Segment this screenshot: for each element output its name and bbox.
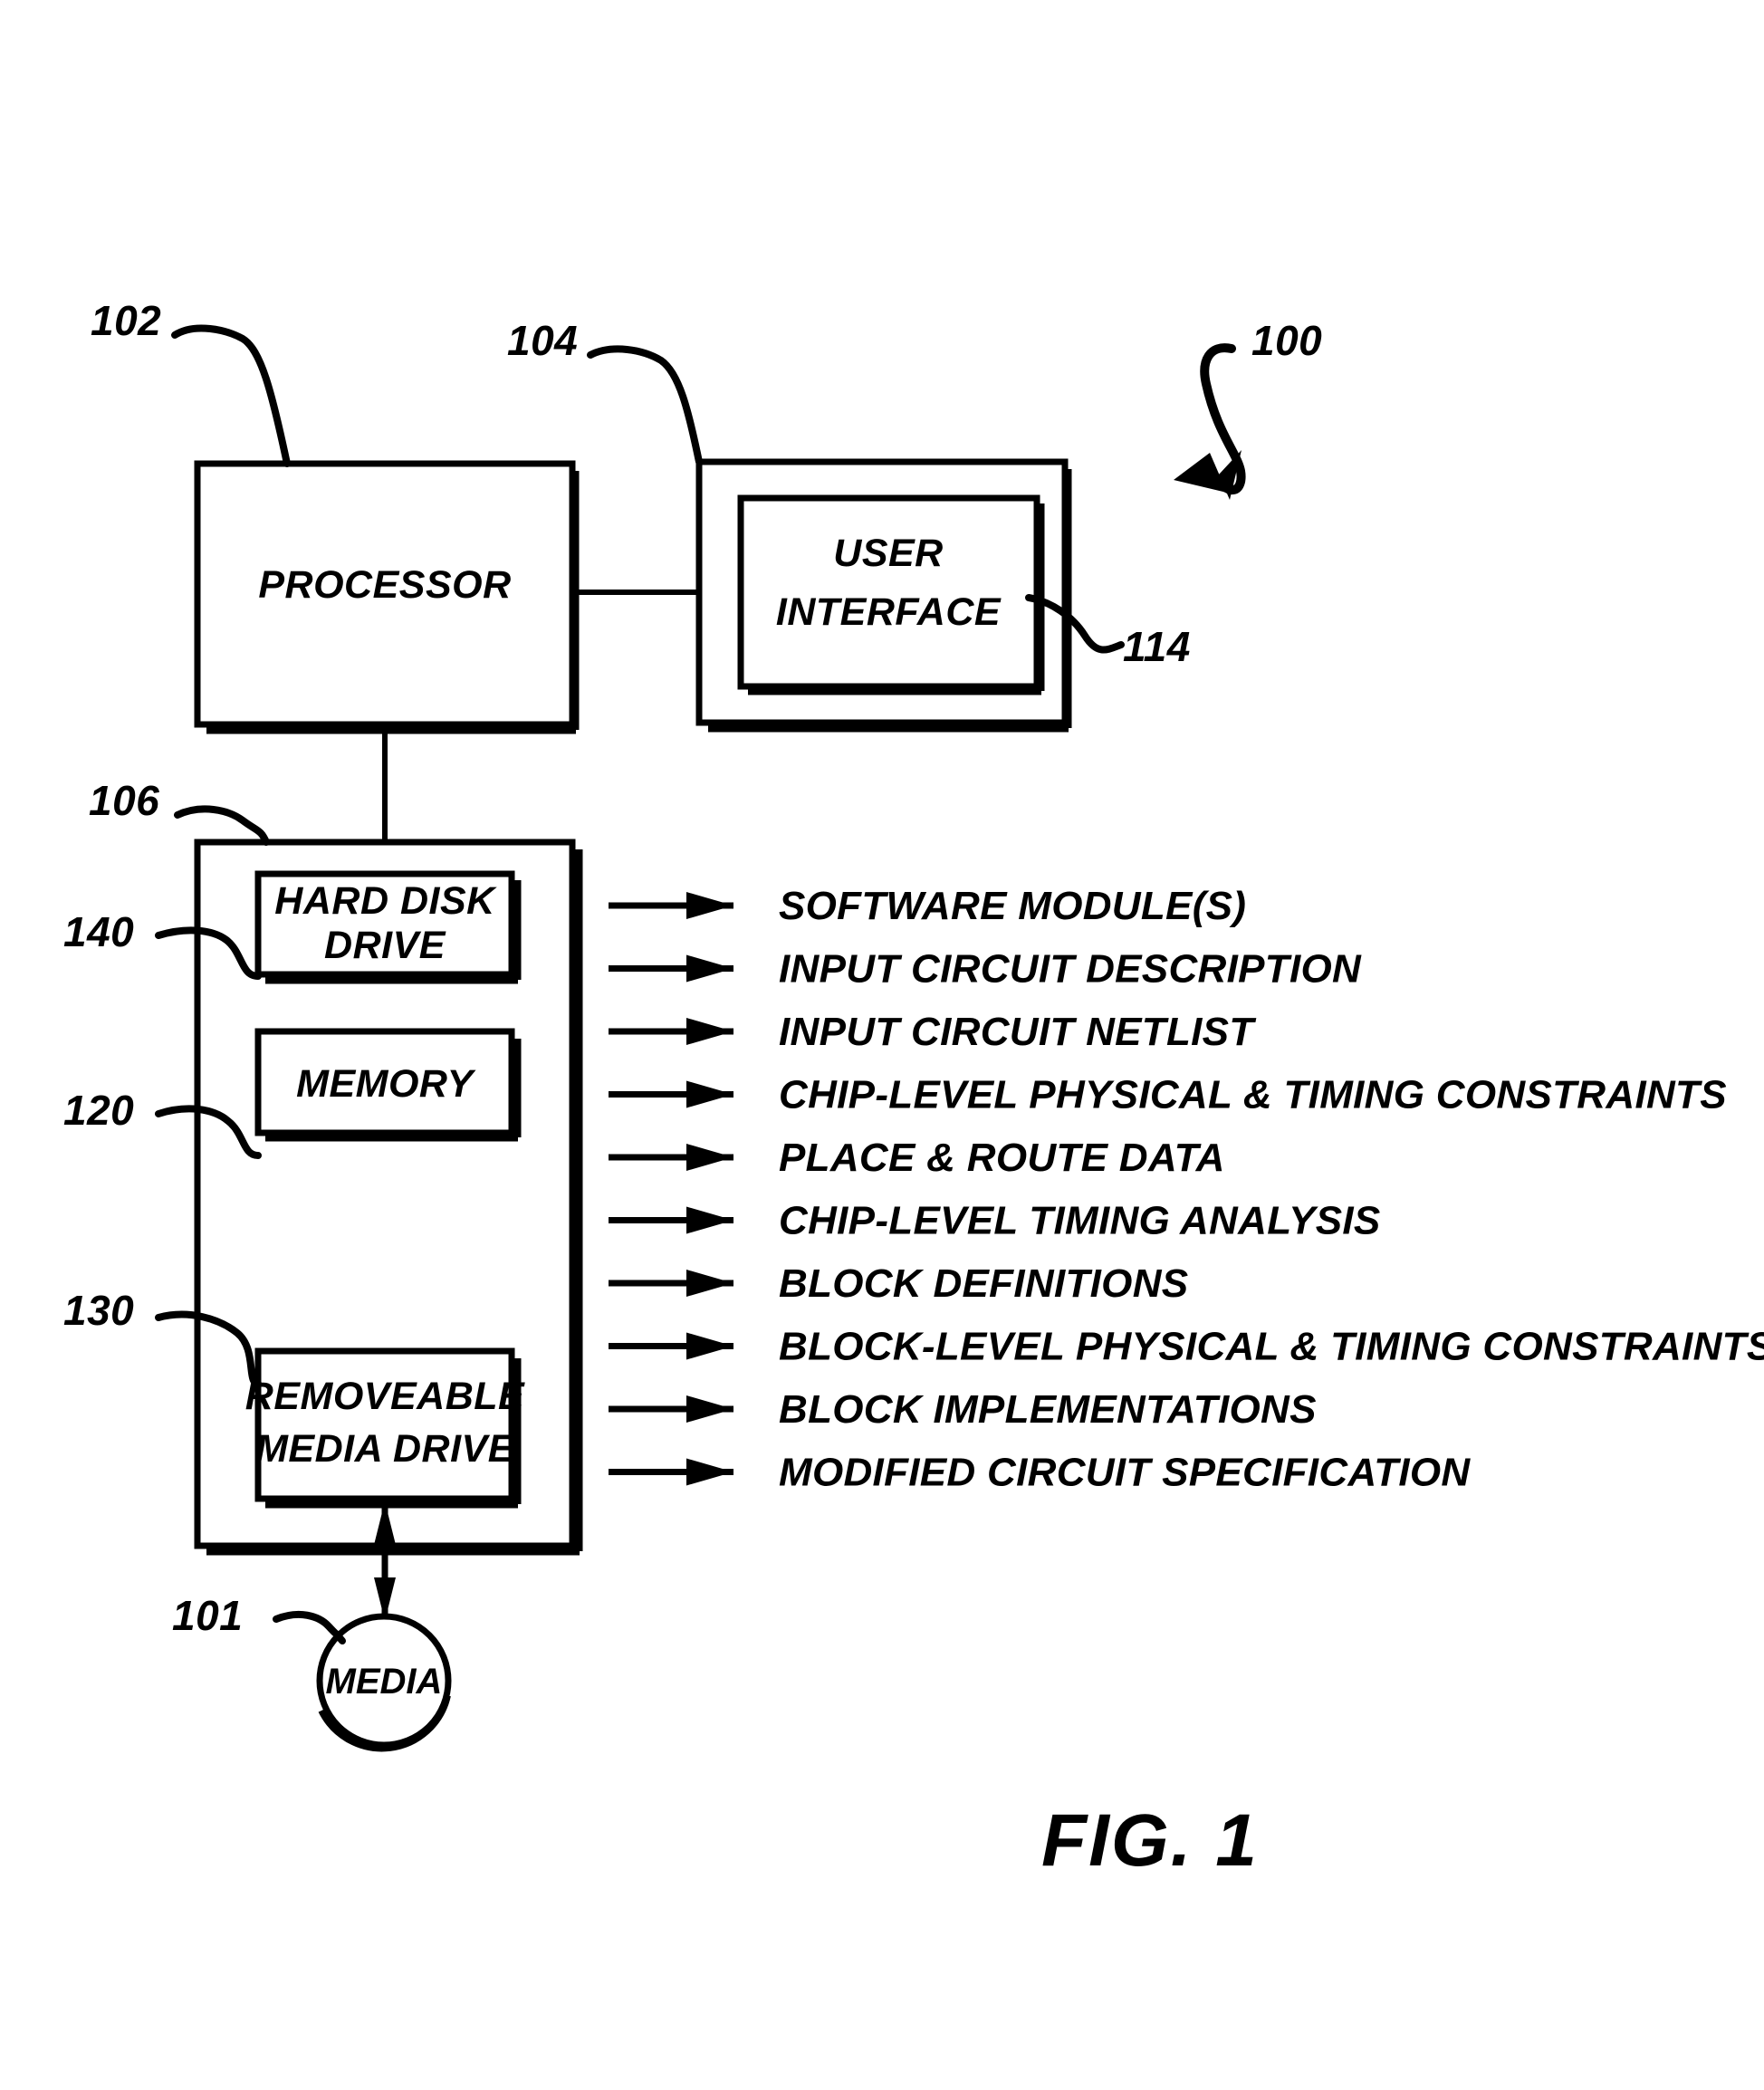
- user-interface-label-line1: USER: [833, 532, 943, 575]
- stored-item-row: CHIP-LEVEL TIMING ANALYSIS: [609, 1199, 1381, 1243]
- stored-item-row: SOFTWARE MODULE(S): [609, 884, 1246, 928]
- stored-item-arrow-head-icon: [686, 1206, 733, 1234]
- stored-item-arrow-head-icon: [686, 954, 733, 983]
- ref-number-114: 114: [1123, 623, 1191, 670]
- leader-130: 130: [63, 1287, 262, 1387]
- processor-block: PROCESSOR: [194, 460, 580, 734]
- leader-140: 140: [63, 908, 262, 980]
- stored-item-arrow-head-icon: [686, 1458, 733, 1486]
- leader-101: 101: [172, 1592, 346, 1644]
- stored-item-label: BLOCK IMPLEMENTATIONS: [779, 1387, 1317, 1432]
- memory-block: MEMORY: [254, 1028, 522, 1142]
- stored-item-label: BLOCK-LEVEL PHYSICAL & TIMING CONSTRAINT…: [779, 1325, 1764, 1369]
- stored-item-arrow-head-icon: [686, 1018, 733, 1045]
- stored-item-label: INPUT CIRCUIT NETLIST: [779, 1010, 1256, 1054]
- stored-item-row: MODIFIED CIRCUIT SPECIFICATION: [609, 1451, 1471, 1495]
- removeable-media-drive-label-line1: REMOVEABLE: [245, 1375, 525, 1418]
- patent-figure-page: PROCESSOR 102 USER INTERFACE 104 114 100…: [0, 0, 1764, 2090]
- figure-caption: FIG. 1: [1041, 1799, 1259, 1882]
- stored-item-arrow-head-icon: [686, 1080, 733, 1108]
- ref-number-130: 130: [63, 1287, 134, 1334]
- stored-item-arrow-head-icon: [686, 1395, 733, 1423]
- ref-number-101: 101: [172, 1592, 243, 1639]
- user-interface-label-line2: INTERFACE: [776, 590, 1002, 634]
- stored-item-row: BLOCK IMPLEMENTATIONS: [609, 1387, 1317, 1432]
- stored-item-arrow-head-icon: [686, 1144, 733, 1171]
- removeable-media-drive-block: REMOVEABLE MEDIA DRIVE: [245, 1347, 525, 1509]
- hard-disk-drive-label-line2: DRIVE: [324, 924, 446, 967]
- hard-disk-drive-label-line1: HARD DISK: [274, 879, 497, 923]
- ref-number-120: 120: [63, 1087, 134, 1134]
- processor-label: PROCESSOR: [258, 563, 511, 607]
- stored-item-label: INPUT CIRCUIT DESCRIPTION: [779, 947, 1362, 992]
- stored-item-label: BLOCK DEFINITIONS: [779, 1261, 1188, 1306]
- media-drive-connector: [374, 1501, 396, 1621]
- stored-item-label: CHIP-LEVEL PHYSICAL & TIMING CONSTRAINTS: [779, 1073, 1727, 1117]
- system-reference-arrow: 100: [1174, 317, 1322, 500]
- leader-120: 120: [63, 1087, 262, 1159]
- leader-114: 114: [1025, 594, 1191, 670]
- stored-item-arrow-head-icon: [686, 1332, 733, 1360]
- ref-number-140: 140: [63, 908, 134, 955]
- stored-item-row: INPUT CIRCUIT DESCRIPTION: [609, 947, 1362, 992]
- stored-item-label: SOFTWARE MODULE(S): [779, 884, 1246, 928]
- removeable-media-drive-label-line2: MEDIA DRIVE: [255, 1427, 515, 1471]
- figure-canvas: PROCESSOR 102 USER INTERFACE 104 114 100…: [63, 297, 1764, 1882]
- user-interface-block: USER INTERFACE: [737, 494, 1045, 695]
- stored-item-row: INPUT CIRCUIT NETLIST: [609, 1010, 1256, 1054]
- stored-item-row: BLOCK-LEVEL PHYSICAL & TIMING CONSTRAINT…: [609, 1325, 1764, 1369]
- stored-item-arrow-head-icon: [686, 892, 733, 919]
- stored-item-arrow-head-icon: [686, 1270, 733, 1297]
- leader-106: 106: [89, 777, 270, 846]
- memory-label: MEMORY: [296, 1062, 476, 1106]
- hard-disk-drive-block: HARD DISK DRIVE: [254, 870, 522, 984]
- stored-item-label: PLACE & ROUTE DATA: [779, 1136, 1225, 1180]
- media-label: MEDIA: [326, 1662, 443, 1702]
- leader-104: 104: [507, 317, 703, 465]
- ref-number-104: 104: [507, 317, 578, 364]
- ref-number-102: 102: [91, 297, 161, 344]
- stored-items-list: SOFTWARE MODULE(S) INPUT CIRCUIT DESCRIPT…: [609, 884, 1764, 1495]
- stored-item-row: PLACE & ROUTE DATA: [609, 1136, 1225, 1180]
- stored-item-row: CHIP-LEVEL PHYSICAL & TIMING CONSTRAINTS: [609, 1073, 1727, 1117]
- stored-item-label: MODIFIED CIRCUIT SPECIFICATION: [779, 1451, 1471, 1495]
- ref-number-106: 106: [89, 777, 159, 824]
- ref-number-100: 100: [1251, 317, 1322, 364]
- stored-item-label: CHIP-LEVEL TIMING ANALYSIS: [779, 1199, 1381, 1243]
- stored-item-row: BLOCK DEFINITIONS: [609, 1261, 1188, 1306]
- leader-102: 102: [91, 297, 291, 467]
